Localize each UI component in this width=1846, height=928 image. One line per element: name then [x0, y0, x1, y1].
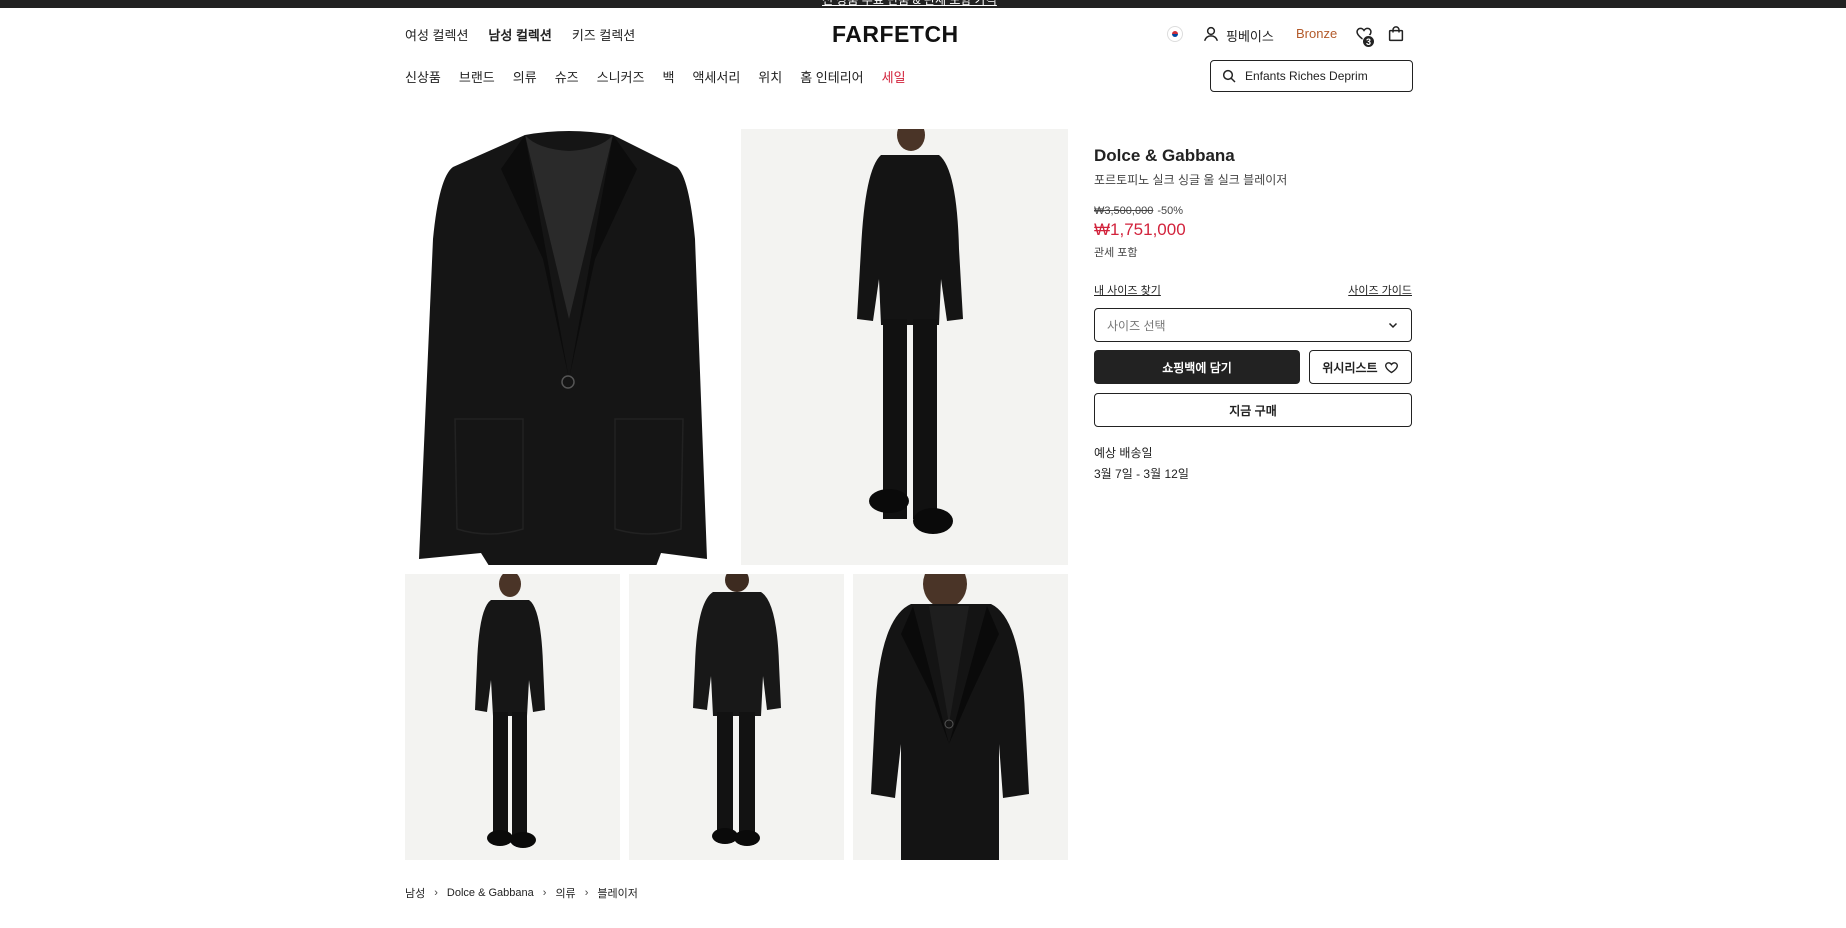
gender-tab-women[interactable]: 여성 컬렉션 [405, 25, 468, 44]
gender-tab-men[interactable]: 남성 컬렉션 [488, 25, 551, 44]
search-box[interactable] [1210, 60, 1413, 92]
search-icon [1222, 69, 1236, 83]
chevron-right-icon: › [542, 887, 547, 899]
wishlist-button-label: 위시리스트 [1322, 360, 1378, 375]
account-name[interactable]: 핑베이스 [1226, 26, 1274, 45]
find-my-size-link[interactable]: 내 사이즈 찾기 [1094, 282, 1161, 298]
model-detail-image [871, 574, 1029, 860]
model-back-image [693, 574, 781, 846]
breadcrumb-item-brand[interactable]: Dolce & Gabbana [447, 887, 534, 899]
discount-percent: -50% [1157, 205, 1184, 217]
product-details: Dolce & Gabbana 포르토피노 실크 싱글 울 실크 블레이저 ₩3… [1094, 146, 1412, 482]
category-watches[interactable]: 위치 [758, 67, 782, 86]
action-buttons: 쇼핑백에 담기 위시리스트 [1094, 350, 1412, 384]
size-select-dropdown[interactable]: 사이즈 선택 [1094, 308, 1412, 342]
original-price: ₩3,500,000 [1094, 205, 1154, 217]
breadcrumb-item-men[interactable]: 남성 [405, 885, 425, 901]
promo-text[interactable]: 전 상품 무료 반품 & 관세 포함 가격 [822, 0, 997, 8]
category-sale[interactable]: 세일 [882, 67, 906, 86]
buy-now-button[interactable]: 지금 구매 [1094, 393, 1412, 427]
sale-price: ₩1,751,000 [1094, 220, 1186, 239]
category-nav: 신상품 브랜드 의류 슈즈 스니커즈 백 액세서리 위치 홈 인테리어 세일 [405, 67, 906, 86]
chevron-down-icon [1388, 322, 1398, 329]
user-icon[interactable] [1202, 25, 1220, 43]
product-image-model-front[interactable] [741, 129, 1068, 565]
product-image-model-detail[interactable] [853, 574, 1068, 860]
breadcrumb: 남성 › Dolce & Gabbana › 의류 › 블레이저 [405, 885, 638, 901]
size-links: 내 사이즈 찾기 사이즈 가이드 [1094, 282, 1412, 298]
shipping-label: 예상 배송일 [1094, 446, 1153, 460]
chevron-right-icon: › [434, 887, 438, 899]
korea-flag-icon[interactable] [1167, 26, 1183, 42]
product-image-main[interactable] [405, 129, 733, 565]
gender-nav: 여성 컬렉션 남성 컬렉션 키즈 컬렉션 [405, 25, 635, 44]
membership-tier[interactable]: Bronze [1296, 26, 1337, 41]
duty-note: 관세 포함 [1094, 247, 1138, 259]
shipping-date: 3월 7일 - 3월 12일 [1094, 467, 1189, 481]
shopping-bag-icon[interactable] [1387, 25, 1405, 43]
category-sneakers[interactable]: 스니커즈 [597, 67, 645, 86]
model-front-image [857, 129, 963, 534]
farfetch-logo[interactable]: FARFETCH [832, 21, 959, 48]
category-shoes[interactable]: 슈즈 [555, 67, 579, 86]
size-select-placeholder: 사이즈 선택 [1107, 318, 1166, 333]
site-header: 여성 컬렉션 남성 컬렉션 키즈 컬렉션 FARFETCH 핑베이스 Bronz… [0, 8, 1846, 98]
chevron-right-icon: › [584, 887, 589, 899]
category-new-in[interactable]: 신상품 [405, 67, 441, 86]
gender-tab-kids[interactable]: 키즈 컬렉션 [572, 25, 635, 44]
breadcrumb-item-blazers[interactable]: 블레이저 [597, 885, 637, 901]
category-brands[interactable]: 브랜드 [459, 67, 495, 86]
heart-icon [1384, 361, 1398, 373]
category-clothing[interactable]: 의류 [513, 67, 537, 86]
product-image-model-full[interactable] [405, 574, 620, 860]
model-full-image [475, 574, 545, 848]
product-image-model-back[interactable] [629, 574, 844, 860]
size-guide-link[interactable]: 사이즈 가이드 [1348, 282, 1412, 298]
add-to-bag-button[interactable]: 쇼핑백에 담기 [1094, 350, 1300, 384]
blazer-flat-image [419, 131, 707, 565]
category-bags[interactable]: 백 [662, 67, 674, 86]
product-brand[interactable]: Dolce & Gabbana [1094, 146, 1412, 166]
promo-bar: 전 상품 무료 반품 & 관세 포함 가격 [0, 0, 1846, 8]
search-input[interactable] [1245, 69, 1405, 83]
breadcrumb-item-clothing[interactable]: 의류 [555, 885, 575, 901]
product-name: 포르토피노 실크 싱글 울 실크 블레이저 [1094, 173, 1288, 187]
price-original-row: ₩3,500,000 -50% [1094, 205, 1412, 217]
wishlist-count-badge: 3 [1362, 35, 1375, 48]
category-home[interactable]: 홈 인테리어 [800, 67, 863, 86]
category-accessories[interactable]: 액세서리 [692, 67, 740, 86]
wishlist-button[interactable]: 위시리스트 [1309, 350, 1412, 384]
